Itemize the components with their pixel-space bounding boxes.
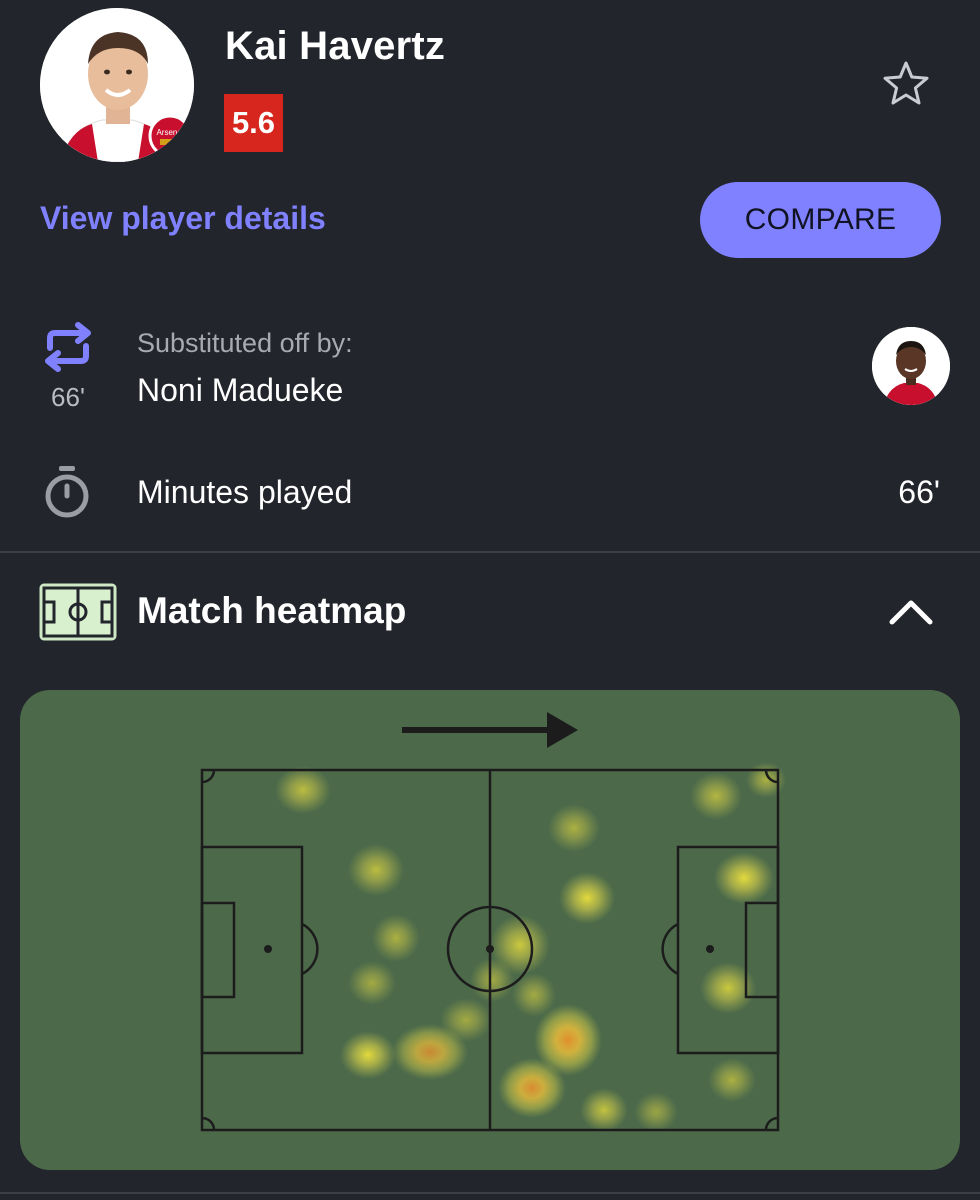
- player-avatar[interactable]: Arsenal: [40, 8, 194, 162]
- substitute-avatar[interactable]: [872, 327, 950, 405]
- pitch-icon: [38, 582, 118, 642]
- attack-direction-arrow-icon: [402, 712, 578, 748]
- heatmap-card: [20, 690, 960, 1170]
- club-badge-text: Arsenal: [156, 128, 183, 137]
- heatmap-pitch: [200, 712, 786, 1132]
- collapse-heatmap-button[interactable]: [884, 590, 938, 634]
- minutes-played-label: Minutes played: [137, 474, 353, 510]
- substitution-minute: 66': [51, 382, 85, 412]
- favorite-button[interactable]: [880, 58, 932, 110]
- stopwatch-icon: [44, 464, 90, 520]
- rating-badge: 5.6: [224, 94, 283, 152]
- view-player-details-link[interactable]: View player details: [40, 200, 326, 237]
- substitute-player-name[interactable]: Noni Madueke: [137, 372, 343, 409]
- heatmap-title: Match heatmap: [137, 590, 407, 631]
- section-divider: [0, 551, 980, 553]
- section-divider-bottom: [0, 1192, 980, 1194]
- minutes-played-value: 66': [898, 474, 940, 510]
- player-name: Kai Havertz: [225, 24, 446, 68]
- substitution-arrows-icon: [40, 322, 96, 372]
- compare-button[interactable]: COMPARE: [700, 182, 941, 258]
- star-outline-icon: [883, 61, 929, 105]
- substitution-label: Substituted off by:: [137, 328, 353, 358]
- chevron-up-icon: [889, 600, 933, 625]
